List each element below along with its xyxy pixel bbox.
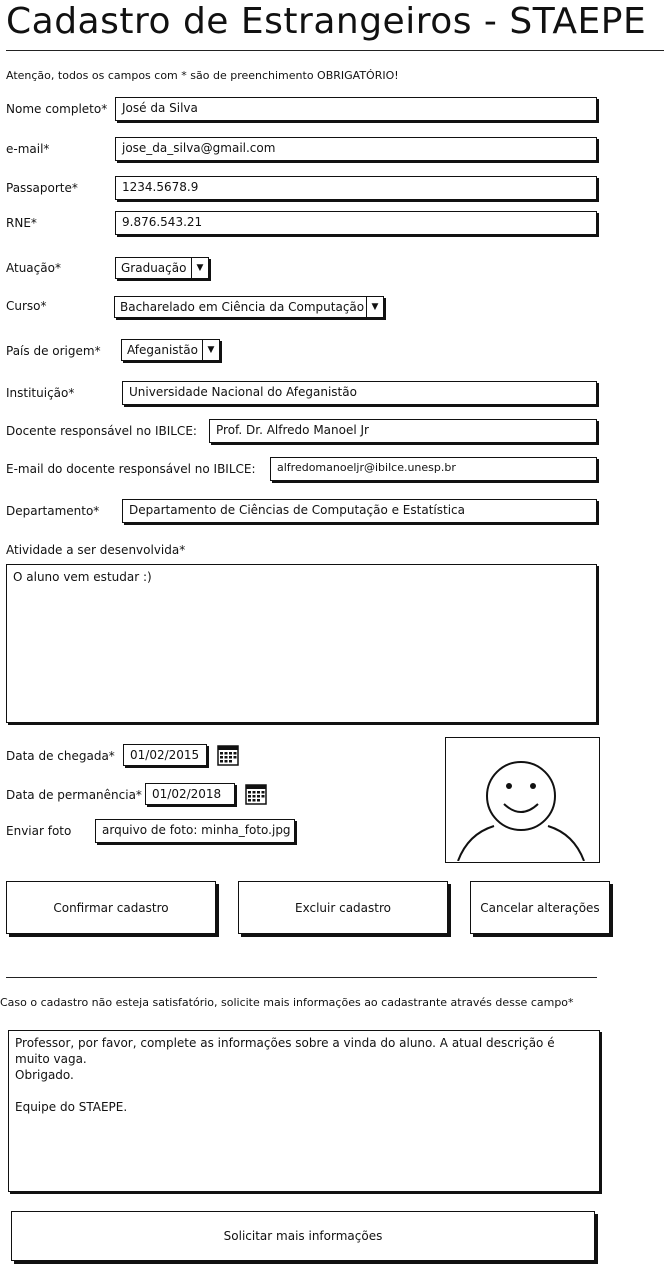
pais-value: Afeganistão [127,343,198,357]
curso-label: Curso* [6,299,47,313]
atuacao-value: Graduação [121,261,187,275]
foto-upload-field[interactable]: arquivo de foto: minha_foto.jpg [95,819,295,843]
user-avatar-icon [445,737,600,863]
docente-field[interactable]: Prof. Dr. Alfredo Manoel Jr [209,419,597,443]
chevron-down-icon[interactable]: ▼ [191,258,208,278]
chevron-down-icon[interactable]: ▼ [202,340,219,360]
email-docente-label: E-mail do docente responsável no IBILCE: [6,462,256,476]
chegada-label: Data de chegada* [6,749,115,763]
passaporte-field[interactable]: 1234.5678.9 [115,176,597,200]
email-field[interactable]: jose_da_silva@gmail.com [115,137,597,161]
nome-label: Nome completo* [6,102,108,116]
rne-label: RNE* [6,216,37,230]
chegada-date-field[interactable]: 01/02/2015 [123,744,207,766]
atuacao-select[interactable]: Graduação ▼ [115,257,209,279]
foto-label: Enviar foto [6,824,72,838]
instituicao-field[interactable]: Universidade Nacional do Afeganistão [122,381,597,405]
feedback-textarea[interactable]: Professor, por favor, complete as inform… [8,1030,600,1192]
rne-field[interactable]: 9.876.543.21 [115,211,597,235]
page-title: Cadastro de Estrangeiros - STAEPE [6,1,647,42]
pais-label: País de origem* [6,344,101,358]
section-divider [6,977,597,978]
atuacao-label: Atuação* [6,261,61,275]
email-docente-field[interactable]: alfredomanoeljr@ibilce.unesp.br [270,457,597,481]
excluir-cadastro-button[interactable]: Excluir cadastro [238,881,448,934]
curso-value: Bacharelado em Ciência da Computação [120,300,365,314]
nome-field[interactable]: José da Silva [115,97,597,121]
departamento-field[interactable]: Departamento de Ciências de Computação e… [122,499,597,523]
instituicao-label: Instituição* [6,386,75,400]
atividade-textarea[interactable]: O aluno vem estudar :) [6,564,597,723]
departamento-label: Departamento* [6,504,100,518]
chevron-down-icon[interactable]: ▼ [366,297,383,317]
passaporte-label: Passaporte* [6,181,78,195]
solicitar-informacoes-button[interactable]: Solicitar mais informações [11,1211,595,1261]
email-label: e-mail* [6,142,50,156]
calendar-icon[interactable] [217,744,239,770]
header-divider [6,50,664,51]
permanencia-date-field[interactable]: 01/02/2018 [145,783,235,805]
feedback-label: Caso o cadastro não esteja satisfatório,… [0,996,574,1009]
confirmar-cadastro-button[interactable]: Confirmar cadastro [6,881,216,934]
required-notice: Atenção, todos os campos com * são de pr… [6,69,399,82]
calendar-icon[interactable] [245,783,267,809]
atividade-label: Atividade a ser desenvolvida* [6,543,186,557]
pais-select[interactable]: Afeganistão ▼ [121,339,220,361]
docente-label: Docente responsável no IBILCE: [6,424,197,438]
cancelar-alteracoes-button[interactable]: Cancelar alterações [470,881,610,934]
permanencia-label: Data de permanência* [6,788,142,802]
curso-select[interactable]: Bacharelado em Ciência da Computação ▼ [114,296,384,318]
